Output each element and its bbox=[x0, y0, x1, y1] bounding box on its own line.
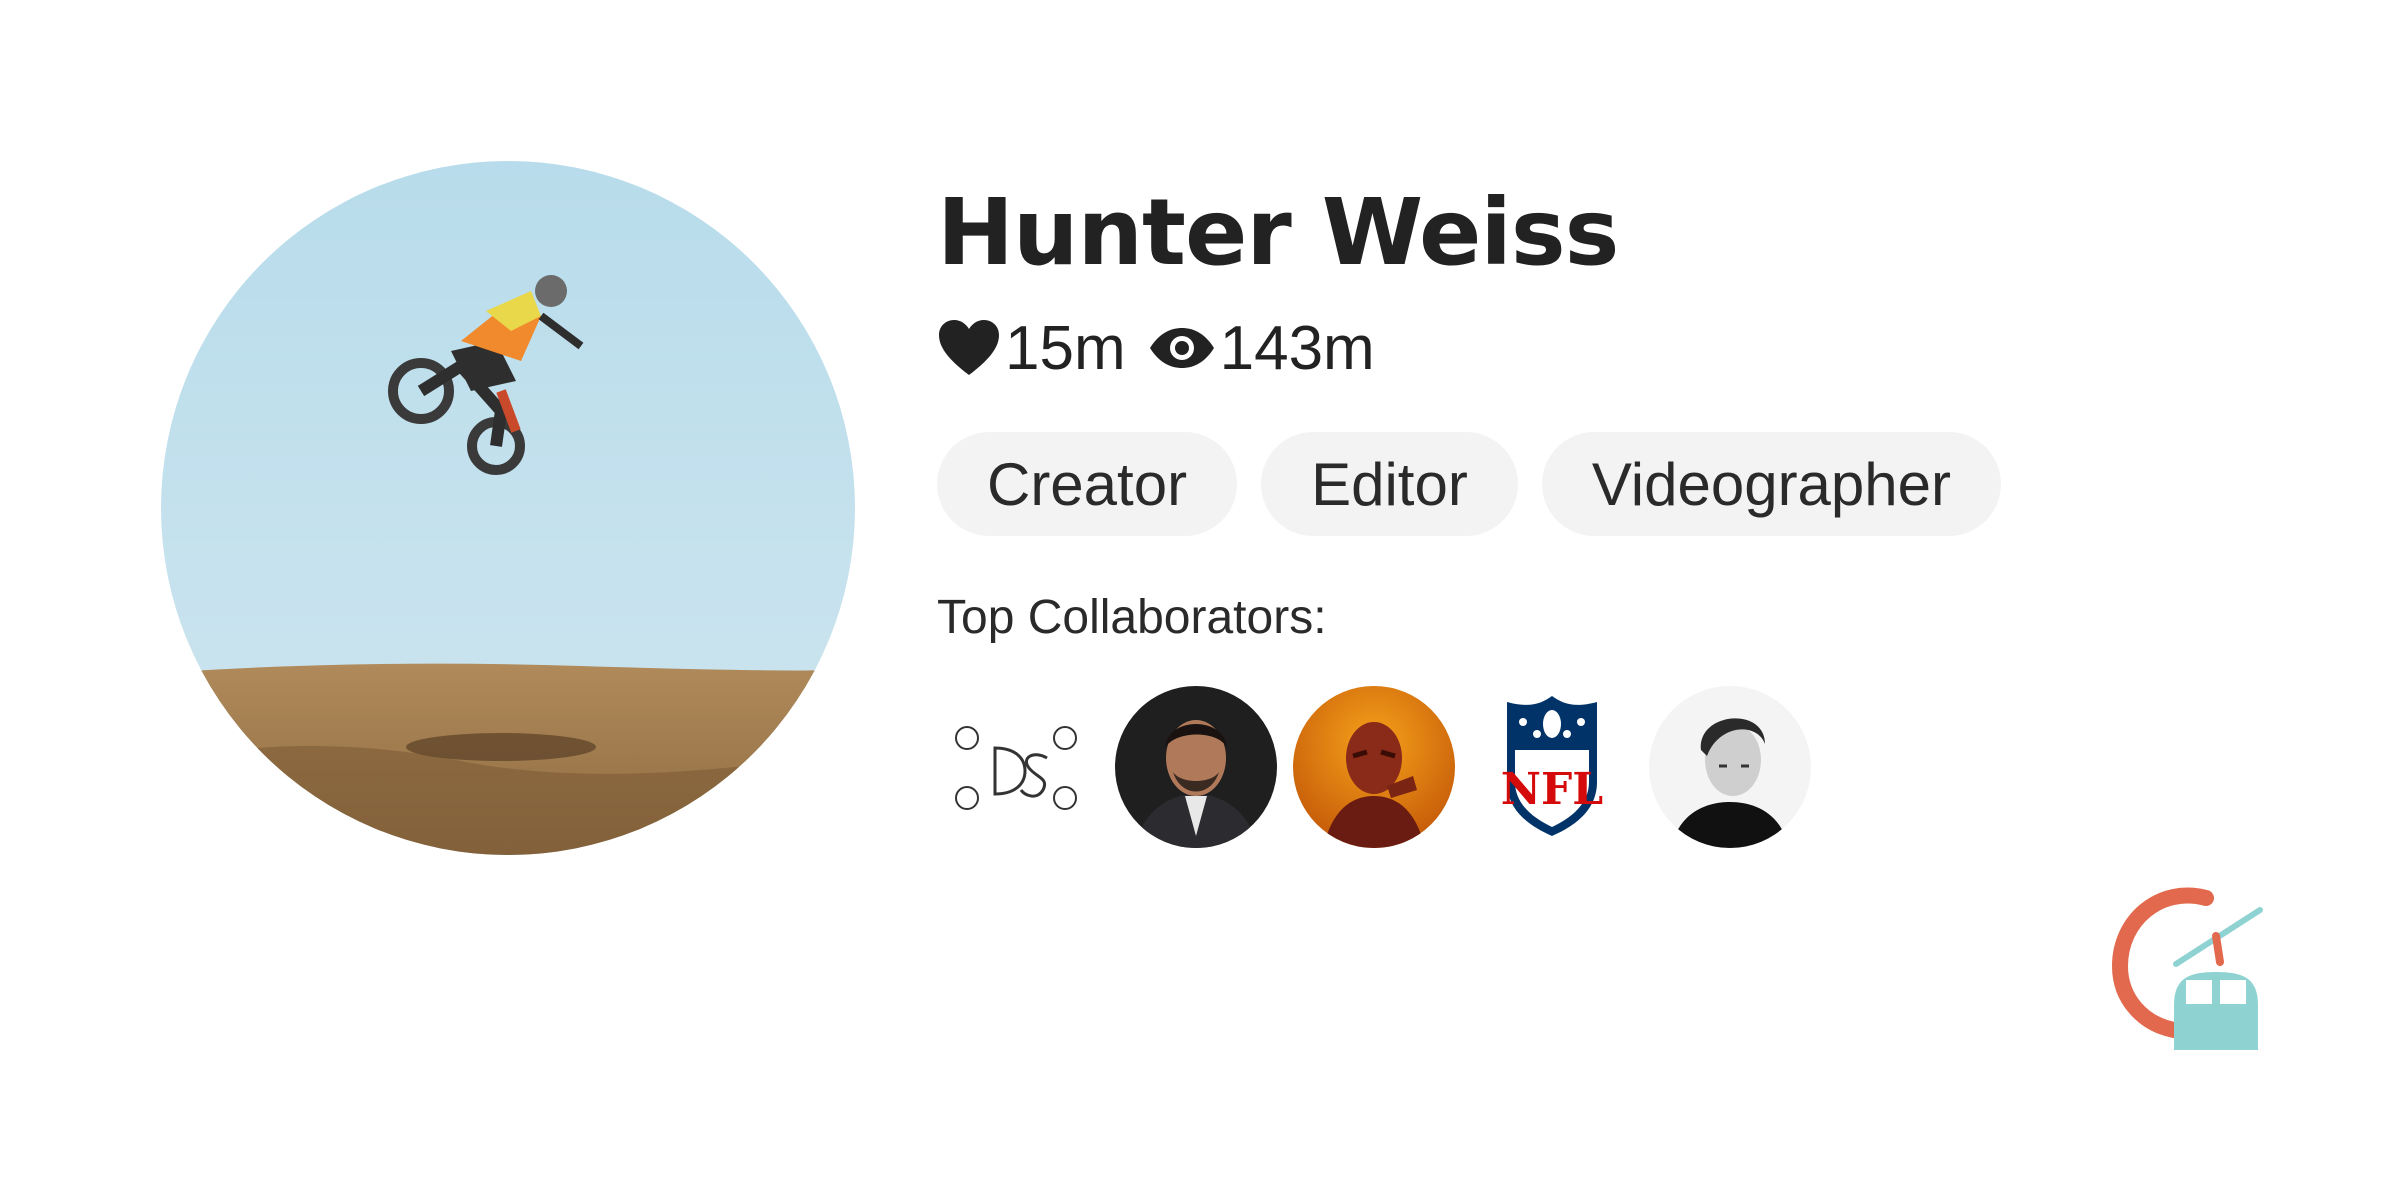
likes-count: 15m bbox=[1005, 313, 1126, 383]
creator-profile-card: Hunter Weiss 15m 143m Creator Editor Vid… bbox=[0, 0, 2400, 1200]
profile-photo bbox=[161, 161, 855, 855]
nfl-logo-text: NFL bbox=[1501, 764, 1603, 815]
views-stat: 143m bbox=[1148, 313, 1375, 384]
profile-info: Hunter Weiss 15m 143m Creator Editor Vid… bbox=[937, 170, 2237, 848]
likes-stat: 15m bbox=[937, 313, 1126, 384]
profile-name: Hunter Weiss bbox=[937, 179, 1619, 286]
tag-creator[interactable]: Creator bbox=[937, 432, 1238, 536]
top-collaborators-label: Top Collaborators: bbox=[937, 591, 1327, 644]
profile-stats: 15m 143m bbox=[937, 312, 2237, 384]
gondola-logo bbox=[2090, 880, 2270, 1060]
role-tags: Creator Editor Videographer bbox=[937, 432, 2237, 536]
tag-editor[interactable]: Editor bbox=[1261, 432, 1518, 536]
collaborators-list: NFL bbox=[937, 686, 2237, 848]
eye-icon bbox=[1148, 326, 1216, 370]
views-count: 143m bbox=[1219, 313, 1375, 383]
collaborator-bw-portrait[interactable] bbox=[1649, 686, 1811, 848]
heart-icon bbox=[937, 319, 1001, 377]
collaborator-man-in-suit[interactable] bbox=[1115, 686, 1277, 848]
collaborator-masked-figure[interactable] bbox=[1293, 686, 1455, 848]
tag-videographer[interactable]: Videographer bbox=[1541, 432, 2002, 536]
collaborator-nfl[interactable]: NFL bbox=[1471, 686, 1633, 848]
collaborator-ds-logo[interactable] bbox=[937, 686, 1099, 848]
